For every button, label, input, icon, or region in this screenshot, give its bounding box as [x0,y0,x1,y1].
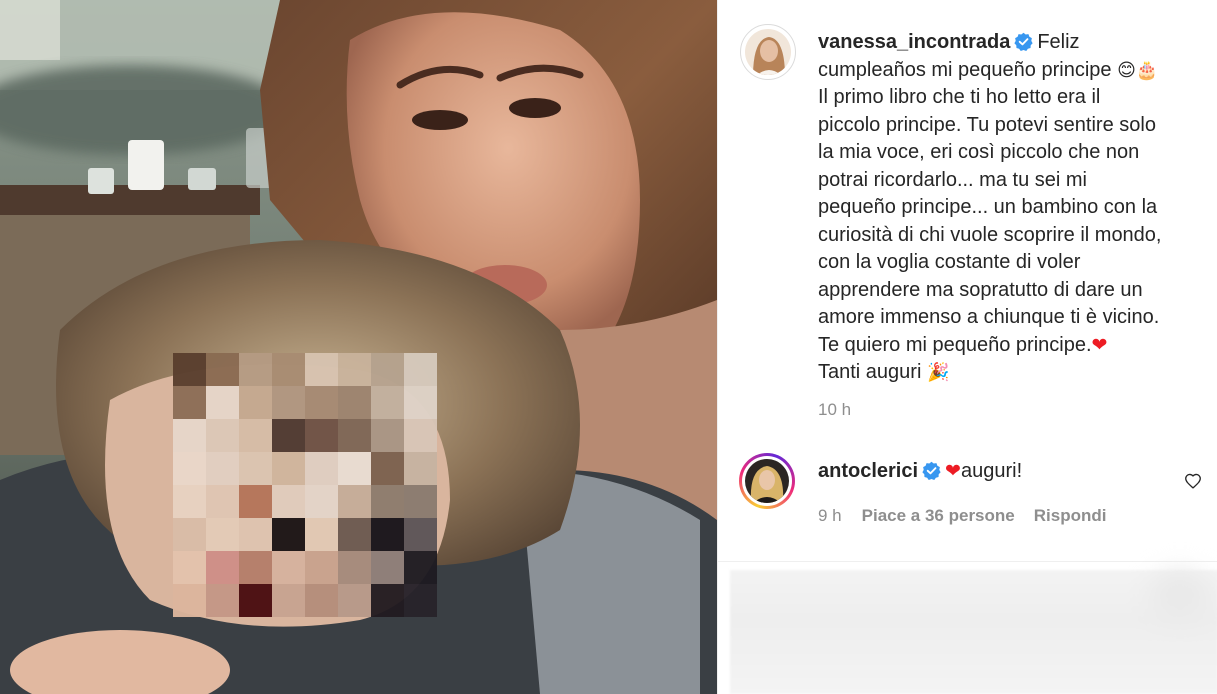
comment-meta: 9 h Piace a 36 persone Rispondi [818,506,1106,526]
caption-line: potrai ricordarlo... ma tu sei mi [818,168,1087,191]
comment-heart-emoji: ❤ [945,460,961,482]
caption-line: pequeño principe... un bambino con la [818,196,1158,218]
pixelated-face [173,353,437,617]
caption-line: Te quiero mi pequeño principe. [818,333,1092,356]
author-avatar-photo [745,29,791,75]
post-image [0,0,717,694]
comment-author-username[interactable]: antoclerici [818,460,918,482]
post-photo[interactable] [0,0,717,694]
post-author-username[interactable]: vanessa_incontrada [818,31,1010,53]
caption-line: Il primo libro che ti ho letto era il [818,86,1101,108]
caption-line: la mia voce, eri così piccolo che non [818,141,1140,163]
post-side-panel: vanessa_incontrada Feliz cumpleaños mi p… [717,0,1217,694]
caption-line: Tanti auguri [818,361,922,383]
commenter-avatar-photo [745,459,789,503]
heart-outline-icon[interactable] [1184,473,1202,489]
party-emoji: 🎉 [926,362,950,383]
caption-line: curiosità di chi vuole scoprire il mondo… [818,223,1162,246]
post-timestamp[interactable]: 10 h [818,400,851,420]
blurred-area [730,570,1217,694]
verified-badge-icon [922,461,941,480]
comment-text: auguri! [960,460,1023,482]
smile-emoji: 😊 [1117,59,1136,81]
caption-line: cumpleaños mi pequeño principe [818,58,1112,81]
commenter-avatar[interactable] [739,453,795,509]
heart-emoji: ❤ [1091,333,1108,356]
caption-line: amore immenso a chiunque ti è vicino. [818,306,1160,328]
verified-badge-icon [1014,32,1033,51]
caption-line: apprendere ma sopratutto di dare un [818,278,1143,301]
caption-line: piccolo principe. Tu potevi sentire solo [818,113,1156,136]
cake-emoji: 🎂 [1135,59,1159,81]
reply-button[interactable]: Rispondi [1034,506,1107,526]
caption-line: con la voglia costante di voler [818,251,1081,273]
post-caption: vanessa_incontrada Feliz cumpleaños mi p… [818,29,1198,387]
comment: antoclerici ❤auguri! [818,460,1022,483]
author-avatar[interactable] [740,24,796,80]
comment-timestamp[interactable]: 9 h [818,506,842,526]
comment-likes-button[interactable]: Piace a 36 persone [862,506,1015,526]
section-divider [718,561,1217,562]
caption-first-word: Feliz [1037,31,1080,53]
